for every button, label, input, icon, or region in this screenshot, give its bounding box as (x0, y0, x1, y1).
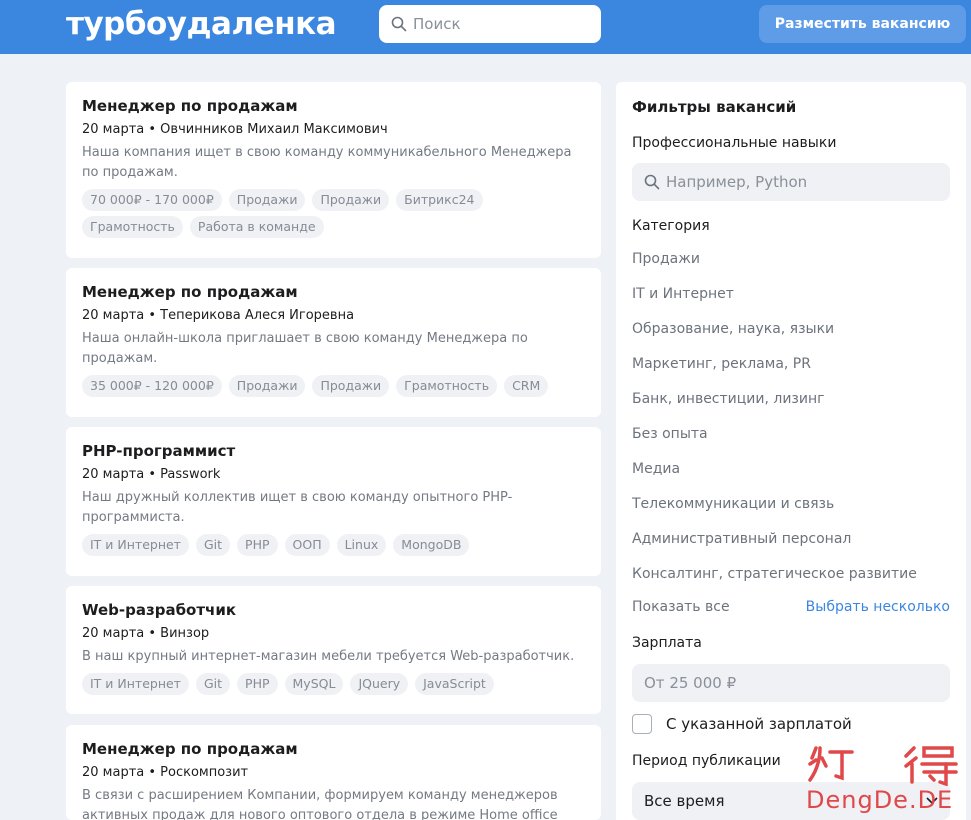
skill-tag: Продажи (312, 375, 390, 397)
vacancy-tags: IT и Интернет Git PHP ООП Linux MongoDB (82, 534, 585, 561)
vacancy-meta: 20 марта • Роскомпозит (82, 765, 249, 780)
skill-tag: Git (195, 673, 231, 695)
category-item[interactable]: Маркетинг, реклама, PR (632, 356, 811, 372)
select-multiple-link[interactable]: Выбрать несколько (806, 599, 950, 615)
salary-input[interactable] (644, 674, 924, 692)
search-box[interactable] (379, 5, 601, 43)
skills-label: Профессиональные навыки (632, 135, 837, 151)
skill-tag: Git (195, 534, 231, 556)
search-icon (644, 174, 660, 190)
category-item[interactable]: Консалтинг, стратегическое развитие (632, 566, 917, 582)
category-item[interactable]: IT и Интернет (632, 286, 734, 302)
vacancy-card[interactable]: Web-разработчик 20 марта • Винзор В наш … (66, 586, 601, 714)
vacancy-card[interactable]: Менеджер по продажам 20 марта • Роскомпо… (66, 725, 601, 820)
show-all-link[interactable]: Показать все (632, 599, 730, 615)
top-header: турбоудаленка Разместить вакансию (0, 0, 971, 54)
period-label: Период публикации (632, 753, 781, 769)
category-item[interactable]: Медиа (632, 461, 680, 477)
vacancy-description: Наша онлайн-школа приглашает в свою кома… (82, 331, 528, 366)
category-item[interactable]: Без опыта (632, 426, 708, 442)
vacancy-meta: 20 марта • Винзор (82, 626, 210, 641)
salary-checkbox-label[interactable]: С указанной зарплатой (666, 715, 852, 733)
skill-tag: MongoDB (393, 534, 470, 556)
skill-tag: Работа в команде (189, 216, 324, 238)
vacancy-card[interactable]: Менеджер по продажам 20 марта • Овчинник… (66, 82, 601, 258)
period-select[interactable]: Все время (632, 782, 950, 820)
skills-input[interactable] (666, 173, 946, 191)
skill-tag: ООП (284, 534, 330, 556)
category-item[interactable]: Образование, наука, языки (632, 321, 834, 337)
skill-tag: Продажи (228, 189, 306, 211)
search-input[interactable] (413, 15, 593, 33)
category-item[interactable]: Телекоммуникации и связь (632, 496, 834, 512)
category-item[interactable]: Банк, инвестиции, лизинг (632, 391, 825, 407)
vacancy-meta: 20 марта • Теперикова Алеся Игоревна (82, 308, 355, 323)
vacancy-title[interactable]: Менеджер по продажам (82, 96, 585, 116)
skill-tag: CRM (504, 375, 549, 397)
skill-tag: Грамотность (82, 216, 183, 238)
skill-tag: IT и Интернет (82, 534, 189, 556)
search-icon (391, 16, 407, 32)
skill-tag: PHP (237, 673, 278, 695)
vacancy-description: Наш дружный коллектив ищет в свою команд… (82, 490, 513, 525)
category-label: Категория (632, 218, 710, 234)
skill-tag: PHP (237, 534, 278, 556)
chevron-down-icon (926, 797, 938, 805)
skill-tag: Битрикс24 (396, 189, 483, 211)
salary-tag: 35 000₽ - 120 000₽ (82, 375, 222, 397)
skill-tag: Продажи (228, 375, 306, 397)
skill-tag: JavaScript (415, 673, 494, 695)
salary-box[interactable] (632, 664, 950, 702)
skill-tag: Linux (336, 534, 387, 556)
vacancy-title[interactable]: PHP-программист (82, 441, 585, 461)
skill-tag: JQuery (350, 673, 409, 695)
salary-tag: 70 000₽ - 170 000₽ (82, 189, 222, 211)
salary-label: Зарплата (632, 635, 702, 651)
period-value: Все время (644, 792, 725, 810)
vacancy-tags: IT и Интернет Git PHP MySQL JQuery JavaS… (82, 673, 585, 700)
skill-tag: Продажи (312, 189, 390, 211)
filters-title: Фильтры вакансий (632, 98, 797, 116)
vacancy-title[interactable]: Менеджер по продажам (82, 282, 585, 302)
vacancy-description: В связи с расширением Компании, формируе… (82, 788, 558, 820)
vacancy-description: В наш крупный интернет-магазин мебели тр… (82, 649, 575, 664)
vacancy-card[interactable]: Менеджер по продажам 20 марта • Теперико… (66, 268, 601, 417)
site-logo[interactable]: турбоудаленка (66, 6, 337, 42)
vacancy-meta: 20 марта • Овчинников Михаил Максимович (82, 122, 388, 137)
vacancy-tags: 35 000₽ - 120 000₽ Продажи Продажи Грамо… (82, 375, 585, 402)
skills-search-box[interactable] (632, 163, 950, 201)
skill-tag: IT и Интернет (82, 673, 189, 695)
filters-panel: Фильтры вакансий Профессиональные навыки… (616, 82, 966, 820)
vacancy-meta: 20 марта • Passwork (82, 467, 221, 482)
vacancy-description: Наша компания ищет в свою команду коммун… (82, 145, 572, 180)
skill-tag: MySQL (284, 673, 344, 695)
vacancy-title[interactable]: Менеджер по продажам (82, 739, 585, 759)
vacancy-title[interactable]: Web-разработчик (82, 600, 585, 620)
salary-checkbox[interactable] (632, 714, 652, 734)
category-item[interactable]: Продажи (632, 251, 700, 267)
category-item[interactable]: Административный персонал (632, 531, 851, 547)
post-vacancy-button[interactable]: Разместить вакансию (759, 5, 966, 43)
vacancy-tags: 70 000₽ - 170 000₽ Продажи Продажи Битри… (82, 189, 585, 243)
skill-tag: Грамотность (396, 375, 498, 397)
vacancy-card[interactable]: PHP-программист 20 марта • Passwork Наш … (66, 427, 601, 576)
